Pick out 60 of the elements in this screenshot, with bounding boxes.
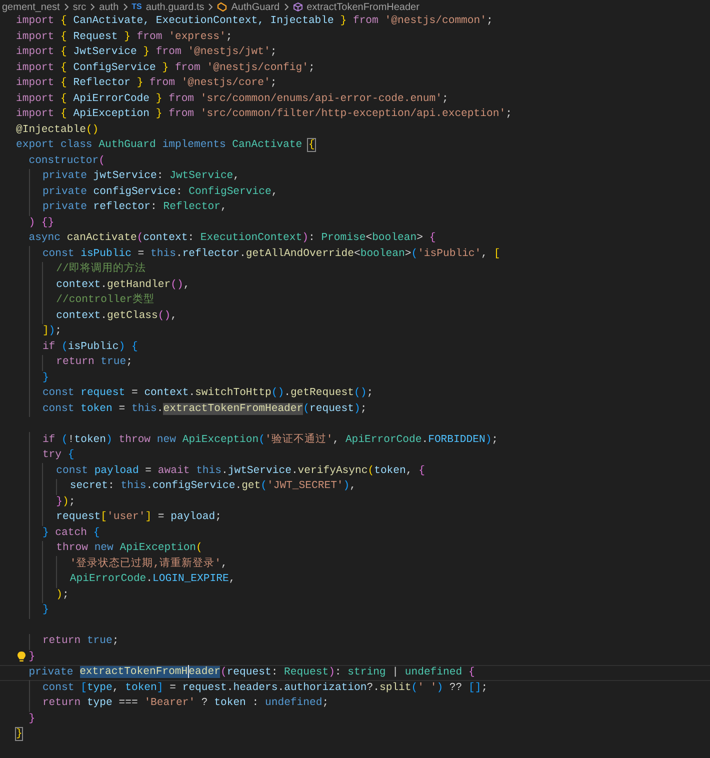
- code-line: );: [56, 588, 69, 603]
- class-icon: [217, 2, 228, 12]
- code-line: const [type, token] = request.headers.authorization?.split(' ') ?? [];: [42, 680, 488, 696]
- code-line: }: [42, 603, 49, 618]
- chevron-icon: [284, 3, 289, 11]
- code-line: //即将调用的方法: [56, 262, 146, 278]
- chevron-icon: [64, 3, 69, 11]
- code-line: context.getClass(),: [56, 308, 177, 324]
- cube-icon: [292, 2, 303, 12]
- code-line: import { Request } from 'express';: [16, 30, 232, 45]
- code-line: async canActivate(context: ExecutionContext): Promise<boolean> {: [28, 231, 436, 246]
- code-line: });: [56, 494, 76, 510]
- code-line: import { ApiException } from 'src/common/filter/http-exception/api.exception';: [16, 107, 512, 122]
- code-line: }: [42, 370, 49, 386]
- code-line: import { Reflector } from '@nestjs/core';: [16, 76, 277, 92]
- code-line: const request = context.switchToHttp().getRequest();: [42, 386, 374, 402]
- code-line: return true;: [56, 355, 132, 370]
- code-line: private jwtService: JwtService,: [42, 169, 240, 184]
- code-line: context.getHandler(),: [56, 278, 190, 293]
- code-line: }: [28, 650, 36, 665]
- code-line: if (isPublic) {: [42, 340, 138, 355]
- code-line: private extractTokenFromHeader(request: Request): string | undefined {: [28, 665, 475, 680]
- breadcrumb-item[interactable]: gement_nest: [2, 0, 60, 14]
- code-line: const isPublic = this.reflector.getAllAndOverride<boolean>('isPublic', [: [42, 246, 500, 262]
- code-line: private reflector: Reflector,: [42, 200, 227, 216]
- code-line: export class AuthGuard implements CanActivate {: [16, 138, 315, 154]
- code-line: try {: [42, 448, 74, 464]
- code-line: import { CanActivate, ExecutionContext, Injectable } from '@nestjs/common';: [16, 14, 493, 30]
- chevron-icon: [122, 3, 128, 11]
- code-line: ]);: [42, 324, 62, 340]
- code-line: throw new ApiException(: [56, 541, 202, 556]
- code-line: import { JwtService } from '@nestjs/jwt';: [16, 45, 277, 60]
- code-line: private configService: ConfigService,: [42, 184, 278, 200]
- code-line: return type === 'Bearer' ? token : undefined;: [42, 696, 329, 712]
- code-line: return true;: [42, 634, 119, 650]
- lightbulb-icon[interactable]: [17, 650, 26, 662]
- code-line: } catch {: [42, 526, 100, 541]
- breadcrumb-item[interactable]: src: [72, 0, 86, 14]
- code-line: @Injectable(): [16, 122, 99, 138]
- code-line: constructor(: [28, 154, 106, 169]
- code-line: ApiErrorCode.LOGIN_EXPIRE,: [70, 572, 236, 588]
- chevron-icon: [90, 3, 96, 11]
- chevron-icon: [208, 3, 214, 11]
- code-line: if (!token) throw new ApiException('验证不通过', ApiErrorCode.FORBIDDEN);: [42, 432, 498, 448]
- code-line: }: [28, 712, 36, 727]
- code-line: secret: this.configService.get('JWT_SECRET'),: [70, 479, 356, 494]
- typescript-file-icon: TS: [132, 1, 142, 13]
- breadcrumb-item[interactable]: extractTokenFromHeader: [306, 0, 420, 14]
- code-line: const payload = await this.jwtService.verifyAsync(token, {: [56, 464, 425, 479]
- code-line: import { ConfigService } from '@nestjs/config';: [16, 60, 315, 76]
- code-line: '登录状态已过期,请重新登录',: [70, 556, 228, 572]
- code-line: const token = this.extractTokenFromHeader(request);: [42, 402, 367, 417]
- code-line: //controller类型: [56, 293, 154, 308]
- breadcrumb-item[interactable]: auth.guard.ts: [146, 0, 204, 14]
- code-line: }: [16, 727, 22, 742]
- code-line: ) {}: [28, 216, 54, 231]
- code-line: request['user'] = payload;: [56, 510, 222, 526]
- breadcrumb-item[interactable]: auth: [99, 0, 119, 14]
- breadcrumb-item[interactable]: AuthGuard: [231, 0, 280, 14]
- code-line: import { ApiErrorCode } from 'src/common/enums/api-error-code.enum';: [16, 92, 448, 107]
